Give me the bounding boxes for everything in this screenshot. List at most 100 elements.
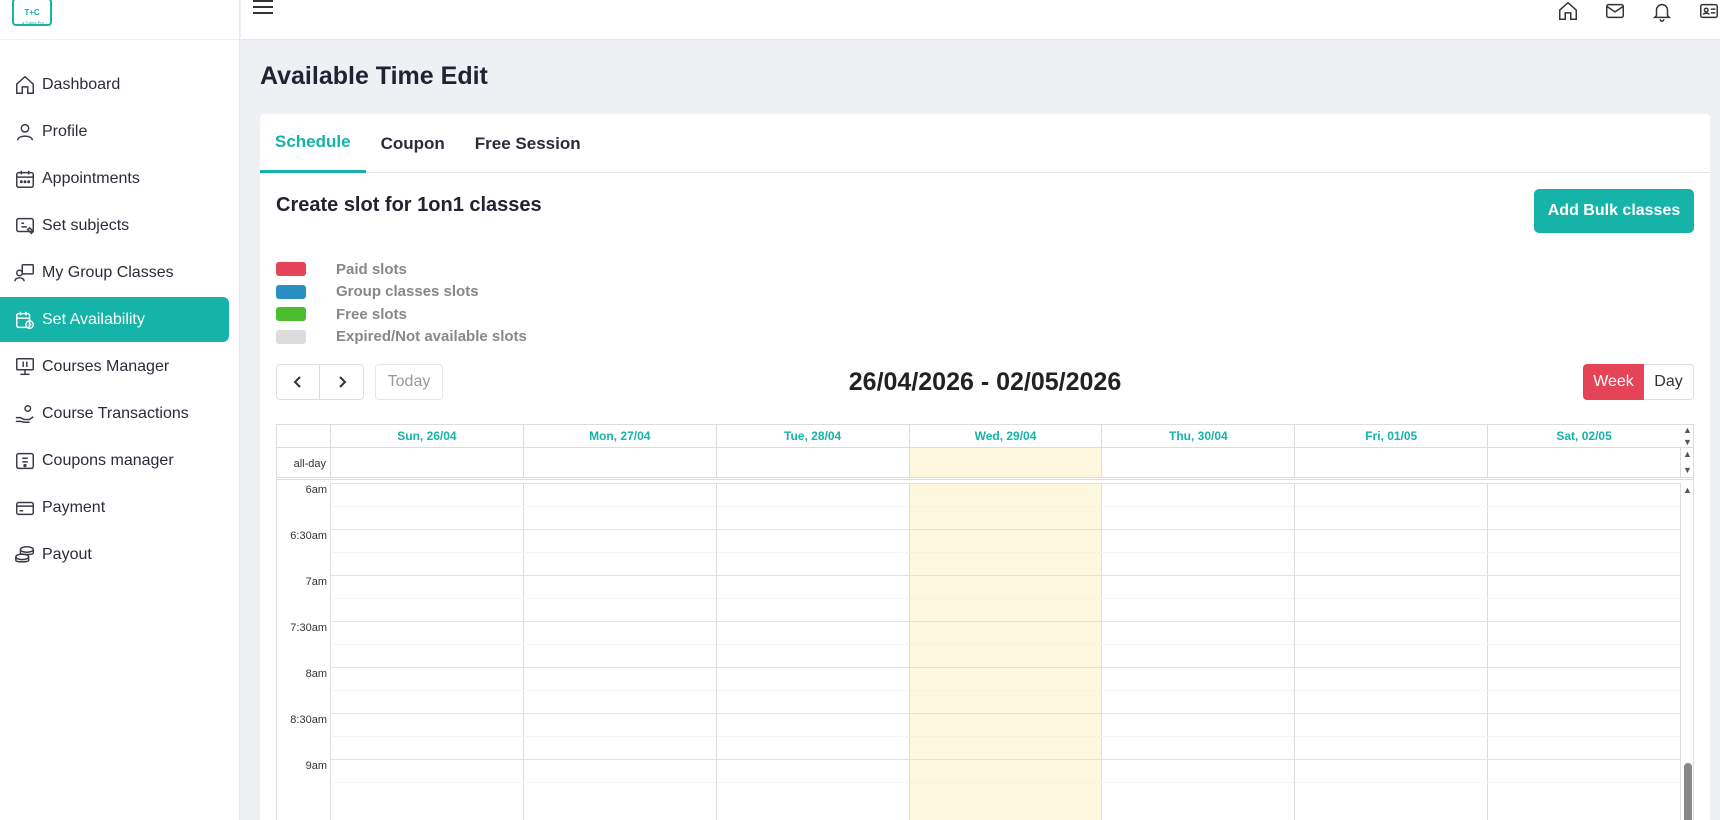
sidebar-item-coupons-manager[interactable]: Coupons manager <box>0 438 229 483</box>
calendar-clock-icon <box>16 311 34 329</box>
home-icon <box>1559 1 1577 20</box>
day-column-divider <box>908 483 910 820</box>
tab-coupon[interactable]: Coupon <box>366 114 460 173</box>
sidebar-item-payment[interactable]: Payment <box>0 485 229 530</box>
time-grid-scrollbar[interactable] <box>1681 483 1693 820</box>
time-label: 6am <box>305 484 327 496</box>
coupon-icon <box>16 452 34 469</box>
all-day-label: all-day <box>293 458 326 470</box>
scroll-up-icon[interactable]: ▲ <box>1683 449 1692 459</box>
scroll-up-icon[interactable]: ▲ <box>1683 425 1692 435</box>
coins-icon <box>15 545 34 563</box>
day-header[interactable]: Sun, 26/04 <box>330 425 523 447</box>
group-classes-icon <box>14 263 34 281</box>
day-header[interactable]: Mon, 27/04 <box>522 425 716 447</box>
time-slot-row <box>330 552 1680 553</box>
date-range-title: 26/04/2026 - 02/05/2026 <box>848 368 1122 396</box>
id-card-icon <box>1700 3 1718 19</box>
sidebar-item-profile[interactable]: Profile <box>0 109 229 154</box>
home-button[interactable] <box>1557 0 1579 22</box>
day-header[interactable]: Sat, 02/05 <box>1487 425 1680 447</box>
time-label: 9am <box>305 760 327 772</box>
today-column-highlight <box>908 448 1102 477</box>
view-switcher: Week Day <box>1583 364 1694 400</box>
day-column-divider <box>715 483 717 820</box>
scroll-down-icon[interactable]: ▼ <box>1683 437 1692 447</box>
topbar-icons <box>1532 0 1720 22</box>
logo-subtitle: a Tutors Pro <box>22 20 44 25</box>
page-title: Available Time Edit <box>260 62 488 90</box>
day-header[interactable]: Thu, 30/04 <box>1101 425 1294 447</box>
legend-swatch <box>276 262 306 277</box>
sidebar-item-dashboard[interactable]: Dashboard <box>0 62 229 107</box>
sidebar-item-label: Coupons manager <box>42 451 174 469</box>
subjects-icon <box>16 217 35 234</box>
day-column-divider <box>330 448 331 477</box>
time-slot-row <box>330 644 1680 645</box>
sidebar-item-courses-manager[interactable]: Courses Manager <box>0 344 229 389</box>
day-column-divider <box>715 448 717 477</box>
id-card-button[interactable] <box>1698 0 1720 22</box>
sidebar-item-label: Profile <box>42 122 88 140</box>
week-view-button[interactable]: Week <box>1583 364 1644 400</box>
day-column-divider <box>1487 448 1489 477</box>
legend-swatch <box>276 307 306 322</box>
sidebar-item-label: Payment <box>42 498 106 516</box>
legend-item: Expired/Not available slots <box>276 326 527 349</box>
mail-icon <box>1606 3 1624 19</box>
home-icon <box>16 75 34 94</box>
day-column-divider <box>1294 448 1296 477</box>
hand-money-icon <box>15 404 34 423</box>
sidebar-item-label: Course Transactions <box>42 404 189 422</box>
sidebar-nav: Dashboard Profile Appointments Set subjects… <box>0 40 239 577</box>
today-column-highlight <box>908 483 1102 820</box>
sidebar: T+C a Tutors Pro Dashboard Profile Appoint… <box>0 0 240 820</box>
add-bulk-classes-button[interactable]: Add Bulk classes <box>1534 189 1694 233</box>
section-title: Create slot for 1on1 classes <box>276 194 542 216</box>
sidebar-item-payout[interactable]: Payout <box>0 532 229 577</box>
slot-legend: Paid slots Group classes slots Free slots E… <box>276 258 527 348</box>
sidebar-item-label: Appointments <box>42 169 140 187</box>
time-slot-row <box>330 483 1680 484</box>
time-label: 8:30am <box>290 714 327 726</box>
bell-button[interactable] <box>1651 0 1673 22</box>
legend-label: Paid slots <box>336 260 407 278</box>
day-view-button[interactable]: Day <box>1644 364 1694 400</box>
time-slot-row <box>330 736 1680 737</box>
tab-schedule[interactable]: Schedule <box>260 114 366 173</box>
all-day-row[interactable]: all-day <box>277 448 1693 480</box>
time-label: 6:30am <box>290 530 327 542</box>
day-header[interactable]: Tue, 28/04 <box>715 425 909 447</box>
day-column-divider <box>330 483 331 820</box>
sidebar-item-appointments[interactable]: Appointments <box>0 156 229 201</box>
card-icon <box>16 501 34 515</box>
day-header[interactable]: Fri, 01/05 <box>1294 425 1487 447</box>
scrollbar-thumb[interactable] <box>1684 763 1692 820</box>
legend-item: Group classes slots <box>276 281 527 304</box>
time-grid[interactable]: 6am 6:30am 7am 7:30am 8am 8:30am 9am <box>277 483 1693 820</box>
menu-toggle-icon[interactable] <box>253 0 277 16</box>
time-slot-row <box>330 621 1680 622</box>
scroll-down-icon[interactable]: ▼ <box>1683 465 1692 475</box>
time-slot-row <box>330 575 1680 576</box>
time-slot-row <box>330 506 1680 507</box>
sidebar-item-my-group-classes[interactable]: My Group Classes <box>0 250 229 295</box>
tab-free-session[interactable]: Free Session <box>460 114 596 173</box>
time-slot-row <box>330 759 1680 760</box>
sidebar-item-set-availability[interactable]: Set Availability <box>0 297 229 342</box>
day-column-divider <box>1294 483 1296 820</box>
monitor-icon <box>16 357 34 375</box>
sidebar-item-course-transactions[interactable]: Course Transactions <box>0 391 229 436</box>
sidebar-item-label: Dashboard <box>42 75 121 93</box>
time-slot-row <box>330 598 1680 599</box>
logo-area: T+C a Tutors Pro <box>0 0 239 40</box>
sidebar-item-label: Set Availability <box>42 310 145 328</box>
mail-button[interactable] <box>1604 0 1626 22</box>
sidebar-item-set-subjects[interactable]: Set subjects <box>0 203 229 248</box>
bell-icon <box>1652 3 1672 22</box>
day-header[interactable]: Wed, 29/04 <box>908 425 1102 447</box>
day-column-divider <box>1101 448 1103 477</box>
sidebar-item-label: Courses Manager <box>42 357 170 375</box>
scroll-up-icon[interactable]: ▲ <box>1683 485 1692 495</box>
time-label: 7am <box>305 576 327 588</box>
